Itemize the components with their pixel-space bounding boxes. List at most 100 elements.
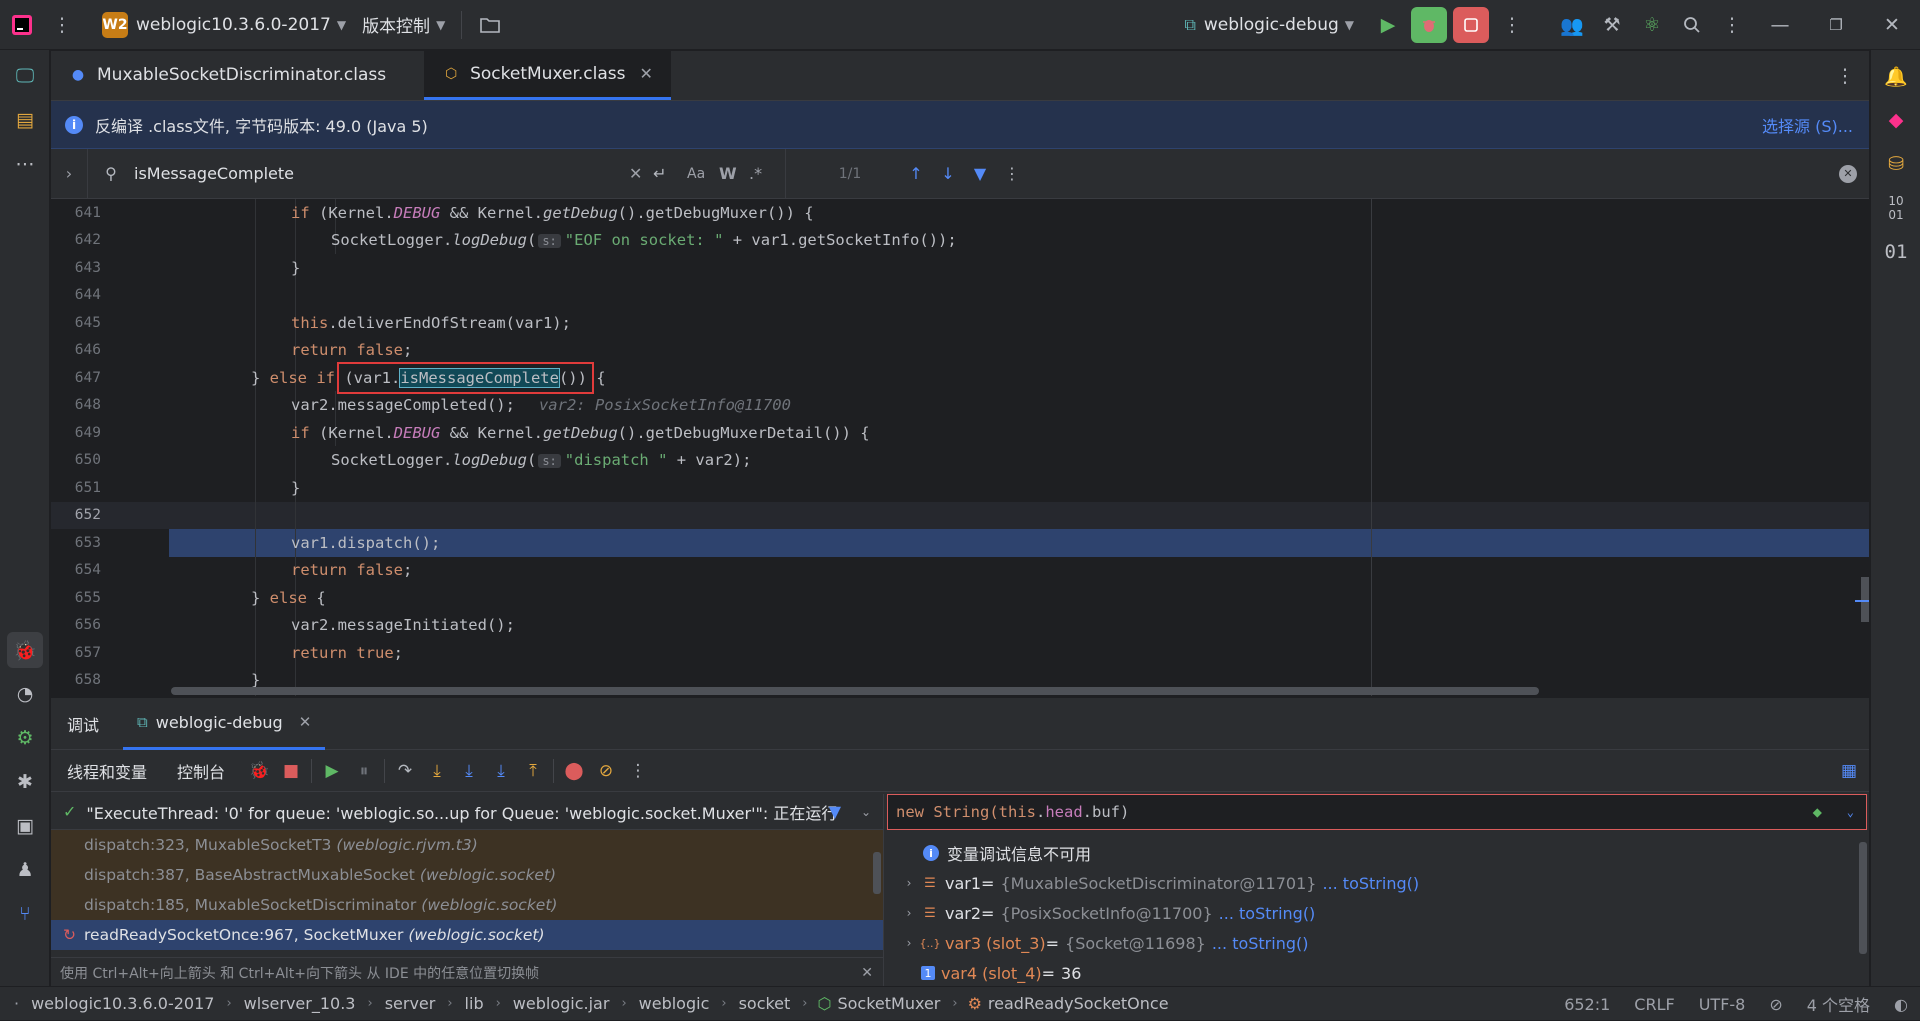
to-string-link[interactable]: ... toString(): [1212, 934, 1309, 953]
folder-icon[interactable]: [470, 5, 510, 45]
tab-console[interactable]: 控制台: [177, 759, 225, 783]
breadcrumb-item[interactable]: weblogic.jar: [507, 994, 616, 1013]
vcs-widget-icon[interactable]: ·: [14, 994, 19, 1013]
tab-weblogic-debug[interactable]: ⧉ weblogic-debug ✕: [123, 698, 326, 750]
memory-indicator-icon[interactable]: ◐: [1882, 995, 1920, 1014]
bytecode-icon[interactable]: 10 01: [1878, 190, 1914, 226]
step-over-icon[interactable]: ↷: [389, 755, 421, 787]
project-view-icon[interactable]: 🖵: [7, 58, 43, 94]
find-options-icon[interactable]: ⋮: [996, 164, 1028, 183]
choose-sources-link[interactable]: 选择源 (S)...: [1762, 113, 1853, 137]
close-icon[interactable]: ✕: [639, 64, 652, 83]
caret-position[interactable]: 652:1: [1552, 995, 1622, 1014]
more-tools-icon[interactable]: ⋯: [7, 146, 43, 182]
project-selector[interactable]: W2 weblogic10.3.6.0-2017 ▼: [94, 8, 354, 42]
breadcrumb-item[interactable]: socket: [733, 994, 797, 1013]
expand-replace-icon[interactable]: ›: [51, 164, 87, 183]
readonly-icon[interactable]: ⊘: [1757, 995, 1794, 1014]
close-window-icon[interactable]: ✕: [1864, 5, 1920, 45]
restore-icon[interactable]: ❐: [1808, 5, 1864, 45]
more-actions-icon[interactable]: ⋮: [1492, 5, 1532, 45]
stack-frame[interactable]: dispatch:323, MuxableSocketT3 (weblogic.r…: [51, 830, 883, 860]
expand-icon[interactable]: ›: [897, 906, 921, 920]
to-string-link[interactable]: ... toString(): [1219, 904, 1316, 923]
variable-row[interactable]: › ☰ var1 = {MuxableSocketDiscriminator@1…: [885, 868, 1869, 898]
next-occurrence-icon[interactable]: ↓: [932, 164, 964, 183]
chevron-down-icon[interactable]: ⌄: [1847, 805, 1854, 819]
indent-setting[interactable]: 4 个空格: [1795, 992, 1882, 1016]
notifications-tool-icon[interactable]: ♟: [7, 852, 43, 888]
expand-icon[interactable]: ›: [897, 936, 921, 950]
breadcrumb-item[interactable]: weblogic: [633, 994, 716, 1013]
breadcrumb-item[interactable]: SocketMuxer: [831, 994, 946, 1013]
pause-icon[interactable]: ⏸: [348, 755, 380, 787]
debug-tool-icon[interactable]: 🐞: [7, 632, 43, 668]
search-icon[interactable]: [1672, 5, 1712, 45]
tab-threads-variables[interactable]: 线程和变量: [67, 759, 147, 783]
stop-button[interactable]: [1453, 7, 1489, 43]
rerun-debug-icon[interactable]: 🐞: [243, 755, 275, 787]
step-out-icon[interactable]: ⤒: [517, 755, 549, 787]
resume-icon[interactable]: ▶: [316, 755, 348, 787]
variable-row[interactable]: 1 var4 (slot_4) = 36: [885, 958, 1869, 988]
structure-icon[interactable]: ▤: [7, 102, 43, 138]
breadcrumb-item[interactable]: weblogic10.3.6.0-2017: [25, 994, 220, 1013]
more-debug-actions-icon[interactable]: ⋮: [622, 755, 654, 787]
breadcrumb-item[interactable]: lib: [459, 994, 490, 1013]
previous-occurrence-icon[interactable]: ↑: [900, 164, 932, 183]
file-encoding[interactable]: UTF-8: [1687, 995, 1758, 1014]
stop-icon[interactable]: ■: [275, 755, 307, 787]
step-into-icon[interactable]: ⤓: [421, 755, 453, 787]
close-icon[interactable]: ✕: [861, 965, 873, 981]
line-separator[interactable]: CRLF: [1622, 995, 1686, 1014]
services-icon[interactable]: ⚙: [7, 720, 43, 756]
stack-frame[interactable]: dispatch:185, MuxableSocketDiscriminator…: [51, 890, 883, 920]
tab-socket-muxer[interactable]: ⬡ SocketMuxer.class ✕: [424, 50, 671, 100]
variable-row[interactable]: › ☰ var2 = {PosixSocketInfo@11700} ... t…: [885, 898, 1869, 928]
stack-frame[interactable]: dispatch:387, BaseAbstractMuxableSocket(…: [51, 860, 883, 890]
thread-selector[interactable]: ✓ "ExecuteThread: '0' for queue: 'weblog…: [51, 794, 883, 830]
git-icon[interactable]: ⑂: [7, 896, 43, 932]
tab-options-icon[interactable]: ⋮: [1825, 56, 1865, 96]
regex-toggle[interactable]: .*: [749, 164, 779, 183]
profiler-icon[interactable]: ◔: [7, 676, 43, 712]
search-input[interactable]: isMessageComplete: [134, 164, 629, 183]
clear-search-icon[interactable]: ✕: [629, 164, 653, 183]
frames-scrollbar[interactable]: [873, 852, 881, 894]
breadcrumb-item[interactable]: readReadySocketOnce: [982, 994, 1175, 1013]
filter-icon[interactable]: ▼: [829, 802, 841, 821]
smart-step-into-icon[interactable]: ⤓: [485, 755, 517, 787]
layout-options-icon[interactable]: ▦: [1833, 755, 1865, 787]
filter-icon[interactable]: ▼: [964, 164, 996, 183]
breadcrumb-item[interactable]: server: [379, 994, 442, 1013]
binary-icon[interactable]: 01: [1878, 234, 1914, 270]
main-menu-icon[interactable]: ⋮: [44, 5, 80, 45]
run-config-selector[interactable]: ⧉ weblogic-debug ▼: [1176, 8, 1362, 42]
vcs-menu[interactable]: 版本控制 ▼: [354, 8, 453, 42]
code-with-me-icon[interactable]: 👥: [1552, 5, 1592, 45]
variable-row[interactable]: › {..} var3 (slot_3) = {Socket@11698} ..…: [885, 928, 1869, 958]
match-case-toggle[interactable]: Aa: [687, 166, 719, 182]
terminal-icon[interactable]: ▣: [7, 808, 43, 844]
evaluate-expression-input[interactable]: new String(this. head .buf) ◆ ⌄: [887, 794, 1867, 830]
build-tools-icon[interactable]: ⚒: [1592, 5, 1632, 45]
force-step-into-icon[interactable]: ⤓: [453, 755, 485, 787]
view-breakpoints-icon[interactable]: ⬤: [558, 755, 590, 787]
run-icon[interactable]: ▶: [1368, 5, 1408, 45]
settings-icon[interactable]: ⋮: [1712, 5, 1752, 45]
ide-logo-icon[interactable]: [0, 5, 44, 45]
problems-icon[interactable]: ✱: [7, 764, 43, 800]
mute-breakpoints-icon[interactable]: ⊘: [590, 755, 622, 787]
minimize-icon[interactable]: —: [1752, 5, 1808, 45]
database-icon[interactable]: ⛁: [1878, 146, 1914, 182]
variables-scrollbar[interactable]: [1859, 842, 1867, 954]
close-icon[interactable]: ✕: [299, 713, 312, 731]
chevron-down-icon[interactable]: ⌄: [861, 805, 871, 819]
tab-muxable-socket-discriminator[interactable]: ● MuxableSocketDiscriminator.class: [51, 50, 404, 100]
notifications-icon[interactable]: 🔔: [1878, 58, 1914, 94]
search-history-icon[interactable]: ⚲: [88, 164, 134, 183]
stack-frame-current[interactable]: ↻ readReadySocketOnce:967, SocketMuxer (w…: [51, 920, 883, 950]
code-area[interactable]: 641 if (Kernel.DEBUG && Kernel.getDebug(…: [51, 199, 1869, 696]
whole-word-toggle[interactable]: W: [719, 164, 749, 183]
new-line-icon[interactable]: ↵: [653, 164, 687, 183]
